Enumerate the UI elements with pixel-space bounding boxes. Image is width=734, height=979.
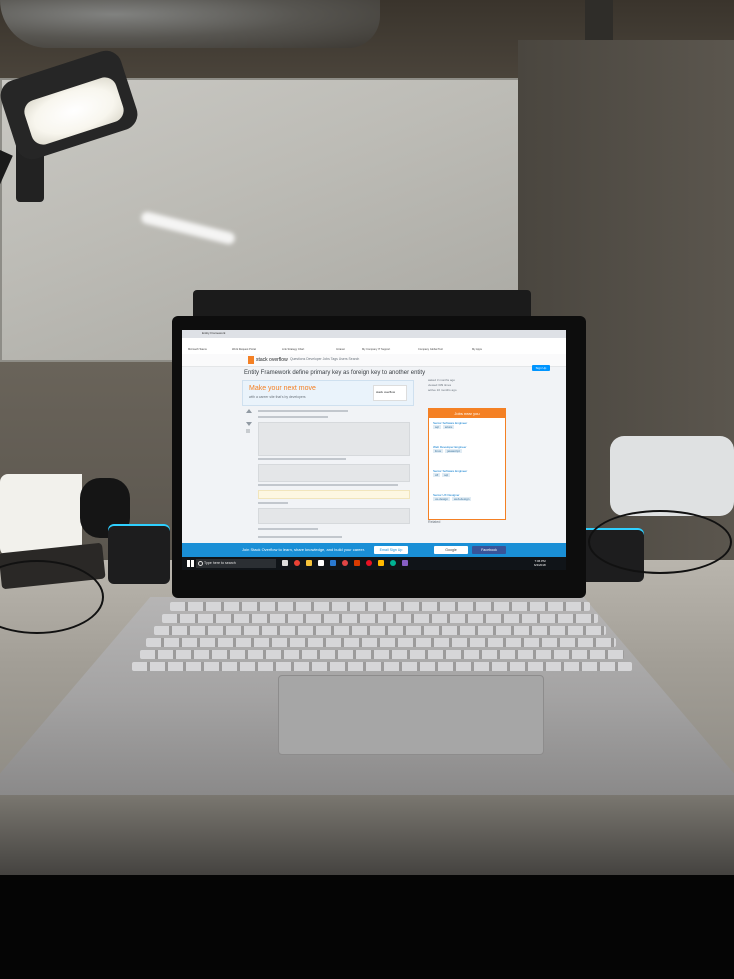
laptop-screen: Entity Framework Microsoft Teams Work Re… <box>182 330 566 570</box>
body-text-line <box>258 458 346 460</box>
visual-studio-icon[interactable] <box>402 560 408 566</box>
signup-button[interactable]: Sign Up <box>532 365 550 371</box>
meta-active: active 10 months ago <box>428 388 457 392</box>
job-tag[interactable]: sql <box>442 473 451 477</box>
job-tag[interactable]: ux-design <box>433 497 451 501</box>
job-listing[interactable]: Web Developer Engineer linux javascript <box>433 445 499 453</box>
job-tag[interactable]: sql <box>433 425 441 429</box>
browser-tab-strip: Entity Framework <box>182 330 566 338</box>
ad-banner[interactable]: Make your next move with a career site t… <box>242 380 414 406</box>
ad-badge-text: stack overflow <box>376 390 396 394</box>
left-dock <box>108 524 170 584</box>
laptop-keyboard <box>132 600 632 671</box>
tray-date: 6/4/2018 <box>534 563 546 567</box>
ceiling-curtain <box>0 0 380 48</box>
bookmark-item[interactable]: Link Strategy Chart <box>282 348 304 351</box>
windows-taskbar: Type here to search 7:06 PM 6/4/2018 <box>182 557 566 570</box>
code-block <box>258 422 410 456</box>
task-view-icon[interactable] <box>282 560 288 566</box>
job-listing[interactable]: Senior Software Engineer c# sql <box>433 469 499 477</box>
google-signup-button[interactable]: Google <box>434 546 468 554</box>
stackoverflow-logo-icon <box>248 356 254 364</box>
jobs-heading: Jobs near you <box>429 409 505 418</box>
body-text-line <box>258 536 342 538</box>
search-icon <box>198 561 203 566</box>
ad-badge: stack overflow <box>373 385 407 401</box>
ad-subline: with a career site that's by developers <box>249 395 306 399</box>
jobs-widget: Jobs near you Senior Software Engineer s… <box>428 408 506 520</box>
body-text-line <box>258 410 348 412</box>
chrome-icon[interactable] <box>294 560 300 566</box>
laptop-trackpad <box>278 675 544 755</box>
body-text-line <box>258 502 288 504</box>
question-title[interactable]: Entity Framework define primary key as f… <box>244 370 425 376</box>
upvote-icon[interactable] <box>246 409 252 413</box>
job-listing[interactable]: Senior UX Designer ux-design web-design <box>433 493 499 501</box>
taskbar-search-placeholder: Type here to search <box>204 561 236 565</box>
job-tag[interactable]: web-design <box>452 497 472 501</box>
app-icon[interactable] <box>378 560 384 566</box>
job-tag[interactable]: javascript <box>445 449 462 453</box>
ad-headline: Make your next move <box>249 385 316 392</box>
monitor-behind-laptop <box>193 290 531 318</box>
app-icon[interactable] <box>366 560 372 566</box>
cta-text: Join Stack Overflow to learn, share know… <box>242 547 365 552</box>
email-signup-button[interactable]: Email Sign Up <box>374 546 408 554</box>
browser-tab-title[interactable]: Entity Framework <box>202 331 225 335</box>
app-icon[interactable] <box>390 560 396 566</box>
signup-cta-bar: Join Stack Overflow to learn, share know… <box>182 543 566 557</box>
facebook-signup-button[interactable]: Facebook <box>472 546 506 554</box>
app-icon[interactable] <box>342 560 348 566</box>
bookmark-item[interactable]: Company Global Tool <box>418 348 443 351</box>
job-tag[interactable]: c# <box>433 473 441 477</box>
job-listing[interactable]: Senior Software Engineer sql azure <box>433 421 499 429</box>
body-text-line <box>258 484 398 486</box>
bookmark-item[interactable]: Intranet <box>336 348 345 351</box>
windows-start-icon[interactable] <box>187 560 194 567</box>
stackoverflow-logo-text: stack overflow <box>256 357 288 363</box>
app-icon[interactable] <box>354 560 360 566</box>
warning-note <box>258 490 410 499</box>
body-text-line <box>258 416 328 418</box>
bookmark-item[interactable]: My Apps <box>472 348 482 351</box>
dark-floor <box>0 875 734 979</box>
site-nav[interactable]: Questions Developer Jobs Tags Users Sear… <box>290 357 359 361</box>
bookmark-item[interactable]: My Company IT Support <box>362 348 390 351</box>
question-body <box>258 408 416 542</box>
site-header <box>182 354 566 367</box>
mail-icon[interactable] <box>318 560 324 566</box>
bookmark-item[interactable]: Microsoft Teams <box>188 348 207 351</box>
job-tag[interactable]: azure <box>442 425 455 429</box>
stackoverflow-logo[interactable]: stack overflow <box>248 356 288 364</box>
file-explorer-icon[interactable] <box>306 560 312 566</box>
edge-icon[interactable] <box>330 560 336 566</box>
ceiling-bracket <box>585 0 613 40</box>
question-meta: asked 3 months ago viewed 339 times acti… <box>428 378 457 393</box>
desk-phone <box>610 436 734 516</box>
vote-count <box>246 416 252 419</box>
related-heading: Related <box>428 520 441 524</box>
taskbar-search[interactable]: Type here to search <box>196 559 276 568</box>
white-cup <box>0 474 82 556</box>
downvote-icon[interactable] <box>246 422 252 426</box>
code-block <box>258 464 410 482</box>
body-text-line <box>258 528 318 530</box>
job-tag[interactable]: linux <box>433 449 444 453</box>
cable <box>588 510 732 574</box>
desk-front-edge <box>0 795 734 875</box>
vote-controls <box>246 406 252 446</box>
code-block <box>258 508 410 524</box>
tray-clock[interactable]: 7:06 PM 6/4/2018 <box>534 559 546 567</box>
star-icon[interactable] <box>246 429 250 433</box>
bookmark-item[interactable]: Work Request Portal <box>232 348 256 351</box>
